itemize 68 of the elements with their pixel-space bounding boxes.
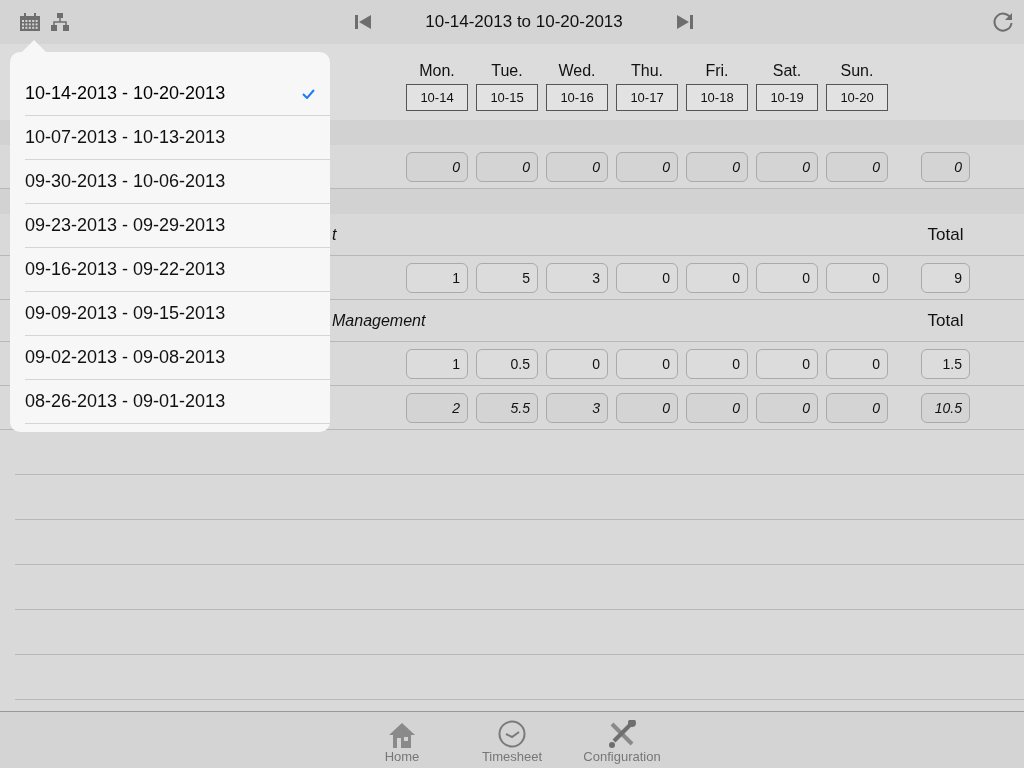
hours-field[interactable]: 0 (756, 262, 818, 293)
hours-field: 0 (826, 392, 888, 423)
skip-forward-icon[interactable] (677, 15, 693, 29)
day-date[interactable]: 10-20 (826, 84, 888, 111)
hours-field[interactable]: 0 (616, 348, 678, 379)
hours-field: 3 (546, 392, 608, 423)
total-field: 0 (921, 151, 970, 182)
day-date[interactable]: 10-15 (476, 84, 538, 111)
hours-field: 0 (756, 151, 818, 182)
clock-icon (498, 720, 526, 748)
skip-back-icon[interactable] (355, 15, 371, 29)
hours-field: 0 (616, 392, 678, 423)
day-date[interactable]: 10-19 (756, 84, 818, 111)
hierarchy-icon[interactable] (51, 13, 69, 31)
hours-field[interactable]: 5 (476, 262, 538, 293)
day-date[interactable]: 10-18 (686, 84, 748, 111)
hours-field[interactable]: 0 (616, 262, 678, 293)
hours-field: 0 (756, 392, 818, 423)
day-name: Thu. (631, 62, 663, 80)
day-name: Sat. (772, 62, 802, 80)
date-range-title: 10-14-2013 to 10-20-2013 (424, 12, 624, 32)
day-date[interactable]: 10-16 (546, 84, 608, 111)
day-name: Wed. (558, 62, 596, 80)
hours-field: 0 (616, 151, 678, 182)
hours-field: 0 (476, 151, 538, 182)
day-name: Mon. (419, 62, 455, 80)
hours-field[interactable]: 0 (686, 348, 748, 379)
tools-icon (608, 720, 636, 748)
total-field: 1.5 (921, 348, 970, 379)
total-label: Total (926, 224, 965, 245)
group-title: t (332, 224, 338, 245)
total-label: Total (926, 310, 965, 331)
hours-field: 0 (406, 151, 468, 182)
calendar-icon[interactable] (20, 13, 40, 31)
day-name: Fri. (705, 62, 729, 80)
day-name: Tue. (491, 62, 523, 80)
hours-field[interactable]: 0.5 (476, 348, 538, 379)
refresh-icon[interactable] (992, 11, 1014, 33)
week-option[interactable]: 10-14-2013 - 10-20-2013 (25, 72, 330, 116)
hours-field: 0 (686, 392, 748, 423)
total-field: 9 (921, 262, 970, 293)
hours-field[interactable]: 1 (406, 348, 468, 379)
checkmark-icon (302, 88, 315, 99)
hours-field: 2 (406, 392, 468, 423)
hours-field: 0 (826, 151, 888, 182)
hours-field[interactable]: 3 (546, 262, 608, 293)
house-icon (388, 722, 416, 748)
group-title: Management (332, 310, 427, 331)
hours-field: 5.5 (476, 392, 538, 423)
week-option[interactable]: 09-16-2013 - 09-22-2013 (25, 248, 330, 292)
hours-field[interactable]: 0 (756, 348, 818, 379)
hours-field: 0 (686, 151, 748, 182)
day-date[interactable]: 10-14 (406, 84, 468, 111)
total-field: 10.5 (921, 392, 970, 423)
week-option[interactable]: 10-07-2013 - 10-13-2013 (25, 116, 330, 160)
hours-field[interactable]: 0 (686, 262, 748, 293)
day-date[interactable]: 10-17 (616, 84, 678, 111)
week-option[interactable]: 09-09-2013 - 09-15-2013 (25, 292, 330, 336)
hours-field: 0 (546, 151, 608, 182)
hours-field[interactable]: 1 (406, 262, 468, 293)
day-name: Sun. (840, 62, 874, 80)
hours-field[interactable]: 0 (826, 262, 888, 293)
week-option[interactable]: 09-23-2013 - 09-29-2013 (25, 204, 330, 248)
week-option[interactable]: 09-02-2013 - 09-08-2013 (25, 336, 330, 380)
hours-field[interactable]: 0 (826, 348, 888, 379)
hours-field[interactable]: 0 (546, 348, 608, 379)
week-option[interactable]: 08-26-2013 - 09-01-2013 (25, 380, 330, 424)
week-option[interactable]: 09-30-2013 - 10-06-2013 (25, 160, 330, 204)
